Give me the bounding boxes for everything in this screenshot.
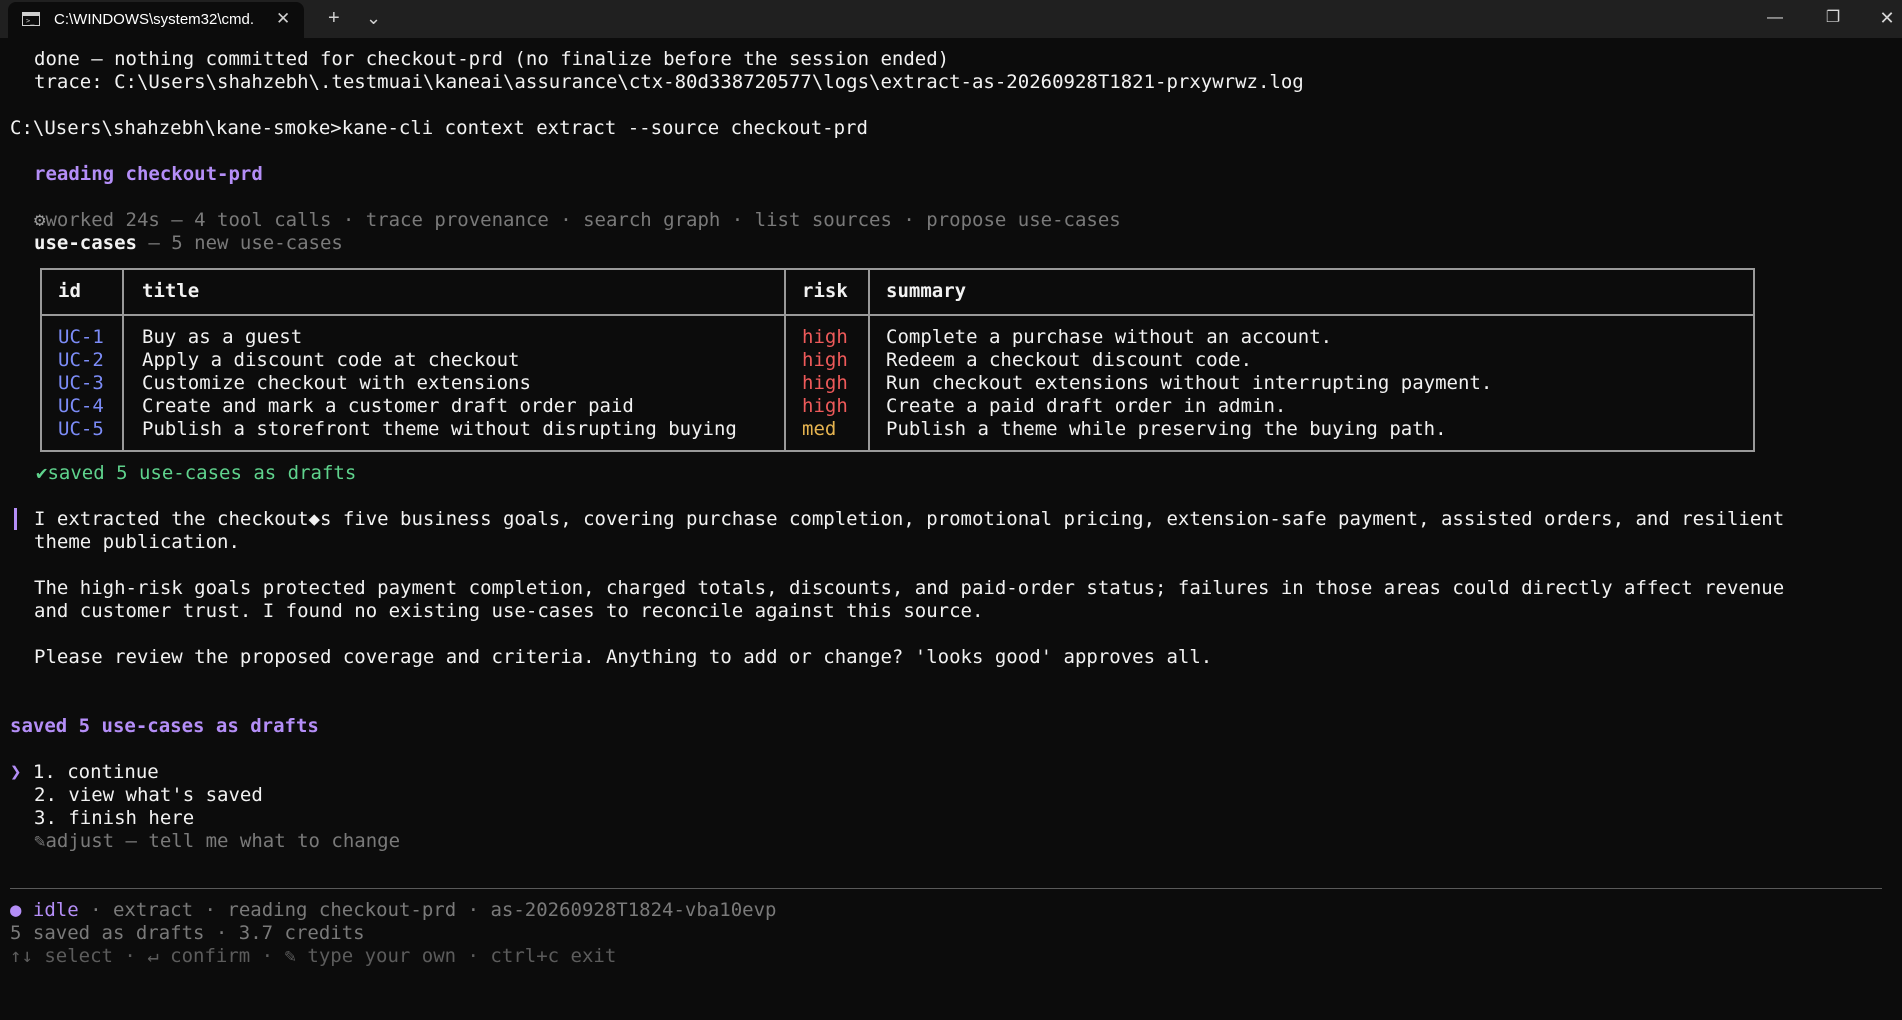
maximize-button[interactable]: ❐ (1818, 6, 1848, 30)
table-row-summary: Complete a purchase without an account. (886, 326, 1333, 348)
message-accent-bar (14, 508, 17, 530)
table-row-risk: high (802, 395, 848, 417)
done-line: done — nothing committed for checkout-pr… (34, 48, 950, 70)
tab-title: C:\WINDOWS\system32\cmd. (54, 11, 255, 28)
usecases-label: use-cases (34, 232, 137, 254)
close-window-button[interactable]: ✕ (1872, 6, 1902, 30)
saved-confirmation: ✔saved 5 use-cases as drafts (36, 462, 356, 485)
adjust-label: adjust — tell me what to change (45, 830, 401, 852)
gear-icon: ⚙ (34, 209, 46, 231)
tab-dropdown-icon[interactable]: ⌄ (366, 6, 381, 30)
usecases-table: id title risk summary UC-1 Buy as a gues… (40, 268, 1755, 452)
table-row-risk: high (802, 326, 848, 348)
message-p2-line1: The high-risk goals protected payment co… (34, 577, 1785, 599)
menu-option-label: 1. continue (32, 761, 159, 783)
status-details: · extract · reading checkout-prd · as-20… (78, 899, 777, 921)
command-line: C:\Users\shahzebh\kane-smoke>kane-cli co… (10, 117, 868, 140)
column-header-id: id (58, 280, 81, 302)
command-prompt: C:\Users\shahzebh\kane-smoke> (10, 117, 342, 139)
trace-line: trace: C:\Users\shahzebh\.testmuai\kanea… (34, 71, 1304, 93)
table-row-id: UC-5 (58, 418, 104, 440)
terminal-output[interactable]: done — nothing committed for checkout-pr… (0, 38, 1902, 1020)
table-row-summary: Run checkout extensions without interrup… (886, 372, 1493, 394)
worked-line: ⚙worked 24s — 4 tool calls · trace prove… (34, 209, 1121, 232)
selection-cursor-icon: ❯ (10, 761, 22, 783)
table-row-id: UC-2 (58, 349, 104, 371)
message-p3: Please review the proposed coverage and … (34, 646, 1213, 668)
table-row-id: UC-3 (58, 372, 104, 394)
worked-text: worked 24s — 4 tool calls · trace proven… (45, 209, 1121, 231)
table-row-risk: high (802, 372, 848, 394)
status-dot-icon: ● (10, 899, 22, 921)
column-header-summary: summary (886, 280, 967, 302)
cmd-icon: >_ (22, 12, 40, 26)
table-column-separator (784, 270, 786, 450)
column-header-risk: risk (802, 280, 848, 302)
message-p1-line1: I extracted the checkout◆s five business… (34, 508, 1785, 530)
usecases-header: use-cases — 5 new use-cases (34, 232, 343, 255)
minimize-button[interactable]: — (1760, 6, 1790, 30)
status-state: idle (32, 899, 79, 921)
message-p2-line2: and customer trust. I found no existing … (34, 600, 984, 622)
table-row-title: Buy as a guest (142, 326, 303, 348)
saved-heading: saved 5 use-cases as drafts (10, 715, 319, 737)
table-row-title: Apply a discount code at checkout (142, 349, 520, 371)
menu-option-continue[interactable]: ❯ 1. continue (10, 761, 159, 784)
tab-cmd[interactable]: >_ C:\WINDOWS\system32\cmd. ✕ (8, 2, 304, 38)
check-icon: ✔ (36, 462, 48, 484)
table-row-risk: high (802, 349, 848, 371)
table-row-title: Create and mark a customer draft order p… (142, 395, 634, 417)
usecases-suffix: — 5 new use-cases (136, 232, 343, 254)
table-row-id: UC-4 (58, 395, 104, 417)
table-row-summary: Redeem a checkout discount code. (886, 349, 1253, 371)
title-bar: >_ C:\WINDOWS\system32\cmd. ✕ + ⌄ — ❐ ✕ (0, 0, 1902, 38)
table-column-separator (868, 270, 870, 450)
table-row-title: Publish a storefront theme without disru… (142, 418, 737, 440)
table-header-separator (42, 314, 1753, 316)
close-tab-icon[interactable]: ✕ (276, 9, 290, 29)
menu-option-view-saved[interactable]: 2. view what's saved (34, 784, 263, 807)
table-row-risk: med (802, 418, 837, 440)
table-row-summary: Create a paid draft order in admin. (886, 395, 1287, 417)
table-row-summary: Publish a theme while preserving the buy… (886, 418, 1447, 440)
menu-option-adjust[interactable]: ✎adjust — tell me what to change (34, 830, 400, 853)
column-header-title: title (142, 280, 200, 302)
message-p1-line2: theme publication. (34, 531, 240, 553)
table-row-id: UC-1 (58, 326, 104, 348)
saved-confirmation-text: saved 5 use-cases as drafts (47, 462, 357, 484)
table-row-title: Customize checkout with extensions (142, 372, 531, 394)
command-text: kane-cli context extract --source checko… (341, 117, 868, 139)
reading-heading: reading checkout-prd (34, 163, 263, 185)
table-column-separator (122, 270, 124, 450)
pencil-icon: ✎ (34, 830, 46, 852)
keyboard-hints: ↑↓ select · ↵ confirm · ✎ type your own … (10, 945, 617, 967)
status-summary: 5 saved as drafts · 3.7 credits (10, 922, 365, 944)
menu-option-finish[interactable]: 3. finish here (34, 807, 194, 830)
status-divider (10, 888, 1882, 889)
status-line: ● idle · extract · reading checkout-prd … (10, 899, 776, 922)
new-tab-button[interactable]: + (328, 6, 340, 30)
